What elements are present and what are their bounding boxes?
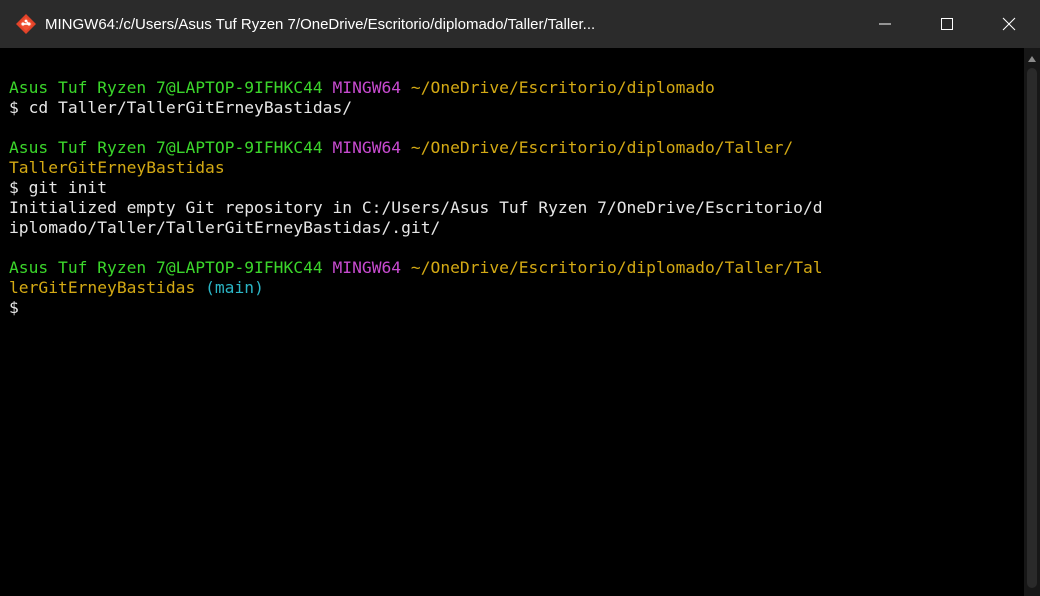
prompt-path: ~/OneDrive/Escritorio/diplomado/Taller/ [410,138,794,157]
close-icon [1002,17,1016,31]
command-prompt-input[interactable]: $ [9,298,19,317]
command-line: $ git init [9,178,108,197]
prompt-system: MINGW64 [332,78,402,97]
command-line: $ cd Taller/TallerGitErneyBastidas/ [9,98,353,117]
prompt-system: MINGW64 [332,138,402,157]
maximize-button[interactable] [916,0,978,48]
prompt-path-continued: TallerGitErneyBastidas [9,158,225,177]
command-output: Initialized empty Git repository in C:/U… [9,198,823,217]
prompt-system: MINGW64 [332,258,402,277]
vertical-scrollbar[interactable] [1024,48,1040,596]
scroll-up-icon[interactable] [1028,56,1036,62]
prompt-path: ~/OneDrive/Escritorio/diplomado/Taller/T… [410,258,823,277]
prompt-user: Asus Tuf Ryzen 7@LAPTOP-9IFHKC44 [9,78,323,97]
terminal-output[interactable]: Asus Tuf Ryzen 7@LAPTOP-9IFHKC44 MINGW64… [0,48,1024,596]
window-controls [854,0,1040,48]
window-title: MINGW64:/c/Users/Asus Tuf Ryzen 7/OneDri… [45,15,596,33]
scrollbar-thumb[interactable] [1027,68,1037,588]
prompt-user: Asus Tuf Ryzen 7@LAPTOP-9IFHKC44 [9,138,323,157]
git-diamond-icon [15,13,37,35]
minimize-icon [878,17,892,31]
command-output: iplomado/Taller/TallerGitErneyBastidas/.… [9,218,441,237]
git-bash-window: MINGW64:/c/Users/Asus Tuf Ryzen 7/OneDri… [0,0,1040,596]
prompt-path-continued: lerGitErneyBastidas [9,278,196,297]
maximize-icon [940,17,954,31]
close-button[interactable] [978,0,1040,48]
prompt-user: Asus Tuf Ryzen 7@LAPTOP-9IFHKC44 [9,258,323,277]
prompt-path: ~/OneDrive/Escritorio/diplomado [410,78,715,97]
title-bar[interactable]: MINGW64:/c/Users/Asus Tuf Ryzen 7/OneDri… [0,0,1040,48]
git-branch-indicator: (main) [205,278,264,297]
minimize-button[interactable] [854,0,916,48]
